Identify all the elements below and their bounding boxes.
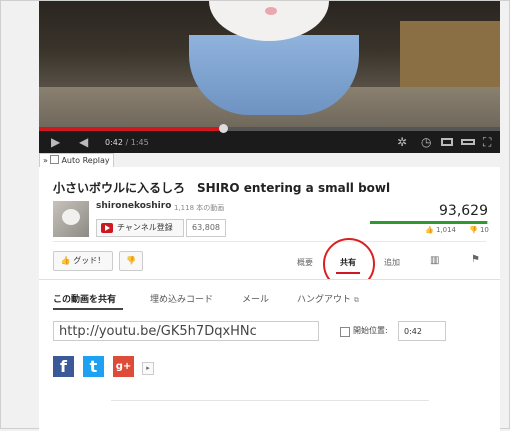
- share-url-field[interactable]: http://youtu.be/GK5h7DqxHNc: [53, 321, 319, 341]
- divider: [111, 400, 429, 401]
- video-background-box: [400, 21, 500, 91]
- progress-fill: [39, 127, 224, 131]
- channel-video-count[interactable]: 1,118 本の動画: [174, 203, 224, 213]
- flag-icon[interactable]: ⚑: [471, 254, 480, 265]
- video-cat-nose: [265, 7, 277, 15]
- share-panel: この動画を共有 埋め込みコード メール ハングアウト ⧉ http://yout…: [39, 279, 500, 431]
- time-current: 0:42: [105, 138, 123, 147]
- statistics-icon[interactable]: ▥: [430, 255, 439, 266]
- browser-frame: ▶ ◀ 0:42 / 1:45 ✲ ◷ ⛶ » Auto Replay 小さいボ…: [0, 0, 510, 431]
- share-tab-hangout-label: ハングアウト: [297, 295, 352, 305]
- start-time-label: 開始位置:: [353, 326, 388, 335]
- more-share-options-button[interactable]: ▸: [142, 362, 154, 375]
- channel-name[interactable]: shironekoshiro: [96, 201, 171, 211]
- external-link-icon: ⧉: [353, 296, 359, 304]
- like-count: 👍 1,014: [425, 226, 456, 234]
- thumbs-up-icon: 👍: [425, 226, 434, 234]
- progress-knob[interactable]: [219, 124, 229, 133]
- channel-avatar[interactable]: [53, 201, 89, 237]
- like-button[interactable]: 👍 グッド！: [53, 251, 113, 271]
- time-duration: / 1:45: [125, 138, 149, 147]
- watch-later-icon[interactable]: ◷: [421, 136, 431, 148]
- view-count: 93,629: [439, 203, 488, 219]
- volume-icon[interactable]: ◀: [79, 136, 88, 148]
- start-time-checkbox[interactable]: [340, 327, 350, 337]
- tab-add-to[interactable]: 追加: [384, 257, 400, 268]
- subscribe-label: チャンネル登録: [117, 223, 173, 232]
- video-title: 小さいボウルに入るしろ SHIRO entering a small bowl: [53, 181, 391, 195]
- chevron-right-icon: »: [43, 156, 48, 165]
- theater-mode-icon[interactable]: [461, 139, 475, 145]
- like-count-value: 1,014: [435, 226, 456, 234]
- like-ratio-fill: [370, 221, 487, 224]
- share-tab-email[interactable]: メール: [242, 292, 269, 305]
- dislike-button[interactable]: 👎: [119, 251, 143, 271]
- like-button-label: グッド！: [73, 256, 106, 265]
- subscriber-count: 63,808: [186, 219, 226, 237]
- fullscreen-icon[interactable]: ⛶: [483, 136, 491, 148]
- auto-replay-label: Auto Replay: [61, 156, 110, 165]
- video-player[interactable]: [39, 1, 500, 127]
- thumbs-up-icon: 👍: [60, 256, 71, 265]
- start-time-field[interactable]: 0:42: [398, 321, 446, 341]
- share-tab-underline: [53, 308, 123, 310]
- share-tab-embed[interactable]: 埋め込みコード: [150, 292, 213, 305]
- player-controls: ▶ ◀ 0:42 / 1:45 ✲ ◷ ⛶: [39, 124, 500, 153]
- twitter-icon[interactable]: t: [83, 356, 104, 377]
- video-bowl: [189, 35, 359, 115]
- dislike-count: 👎 10: [469, 226, 489, 234]
- thumbs-down-icon: 👎: [126, 256, 136, 265]
- time-display: 0:42 / 1:45: [105, 138, 149, 147]
- avatar-face: [62, 209, 80, 225]
- auto-replay-checkbox[interactable]: [50, 155, 60, 164]
- progress-bar[interactable]: [39, 124, 500, 133]
- google-plus-icon[interactable]: g+: [113, 356, 134, 377]
- like-ratio-bar: [370, 221, 488, 224]
- auto-replay-toggle[interactable]: » Auto Replay: [39, 153, 114, 168]
- miniplayer-icon[interactable]: [441, 138, 453, 146]
- share-tab-share[interactable]: この動画を共有: [53, 292, 116, 305]
- dislike-count-value: 10: [479, 226, 489, 234]
- share-tab-hangout[interactable]: ハングアウト ⧉: [297, 292, 359, 305]
- facebook-icon[interactable]: f: [53, 356, 74, 377]
- video-info-panel: 小さいボウルに入るしろ SHIRO entering a small bowl …: [39, 167, 500, 290]
- play-icon[interactable]: ▶: [51, 136, 60, 148]
- thumbs-down-icon: 👎: [469, 226, 478, 234]
- tab-about[interactable]: 概要: [297, 257, 313, 268]
- subscribe-button[interactable]: チャンネル登録: [96, 219, 184, 237]
- divider: [53, 241, 486, 242]
- youtube-icon: [101, 223, 113, 233]
- gear-icon[interactable]: ✲: [397, 136, 407, 148]
